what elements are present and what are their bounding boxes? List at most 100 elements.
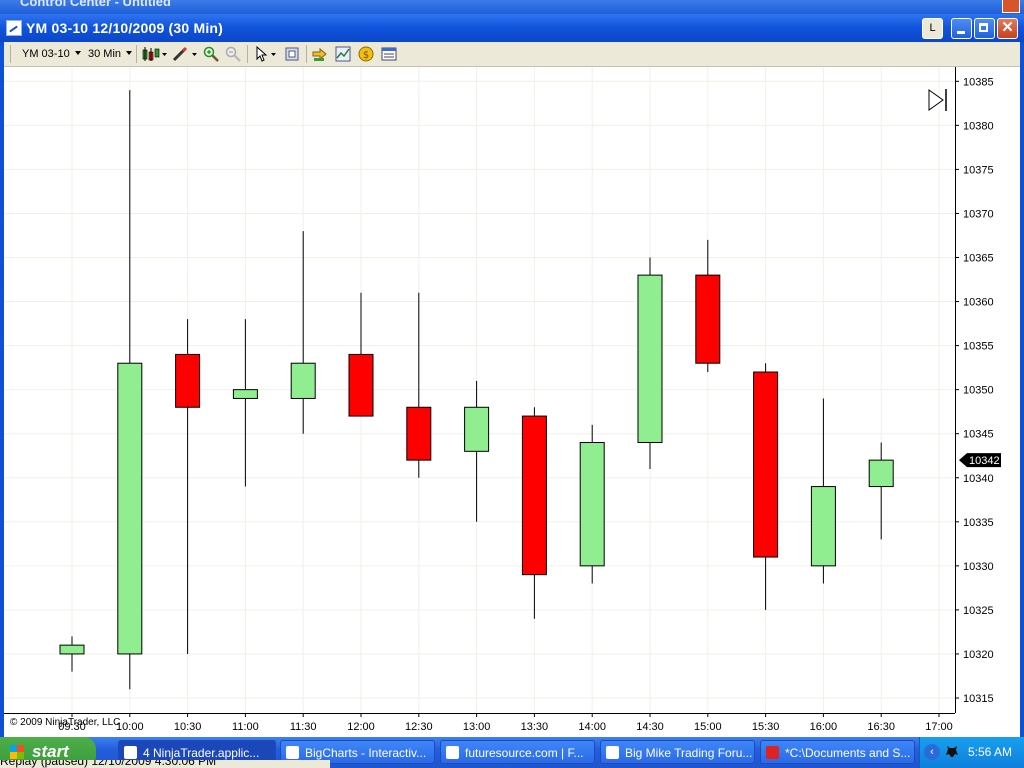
candle-body — [753, 371, 779, 558]
strategies-icon[interactable]: $ — [358, 46, 374, 62]
taskbar-item-label: Big Mike Trading Foru... — [625, 746, 753, 760]
toolbar-grip — [10, 45, 11, 63]
time-tick-label: 11:30 — [290, 721, 317, 733]
chevron-down-icon — [74, 51, 81, 55]
candle — [348, 292, 374, 417]
price-tick-label: 10315 — [963, 693, 994, 705]
candle-body — [579, 442, 605, 567]
candle-body — [464, 406, 490, 452]
price-tick-label: 10370 — [963, 208, 994, 220]
maximize-button[interactable] — [974, 18, 995, 39]
candle — [175, 319, 201, 654]
candle — [753, 363, 779, 610]
chart-panel[interactable]: 10315 10320 10325 10330 10335 10340 10345 10350… — [4, 67, 1020, 737]
price-tick-label: 10325 — [963, 605, 994, 617]
candle — [290, 231, 316, 434]
background-window-title: Control Center - Untitled — [20, 0, 171, 9]
price-tick-label: 10385 — [963, 76, 994, 88]
taskbar-item-notepad[interactable]: *C:\Documents and S... — [760, 740, 915, 764]
properties-icon[interactable] — [284, 46, 300, 62]
windows-logo-icon — [10, 745, 24, 759]
last-price-label: 10342 — [969, 455, 1000, 467]
time-tick-label: 13:30 — [521, 721, 549, 733]
chart-window-icon — [6, 20, 22, 36]
candle — [521, 407, 547, 619]
minimize-button[interactable] — [951, 18, 972, 39]
scroll-to-end-icon[interactable] — [928, 89, 947, 111]
price-tick-label: 10345 — [963, 429, 994, 441]
time-tick-label: 11:00 — [232, 721, 259, 733]
candle-body — [521, 415, 547, 576]
instrument-selector[interactable]: YM 03-10 — [22, 46, 81, 62]
notepad-icon — [766, 746, 779, 759]
drawing-pencil-icon[interactable] — [172, 46, 198, 62]
candle — [464, 380, 490, 522]
candlestick-style-icon[interactable] — [142, 46, 168, 62]
candle-body — [290, 362, 316, 399]
price-tick-label: 10320 — [963, 649, 994, 661]
time-tick-label: 16:30 — [867, 721, 895, 733]
window-titlebar[interactable]: YM 03-10 12/10/2009 (30 Min) L ✕ — [0, 14, 1024, 42]
time-tick-label: 15:30 — [752, 721, 780, 733]
price-tick-label: 10380 — [963, 120, 994, 132]
time-tick-label: 12:30 — [405, 721, 433, 733]
time-tick-label: 14:00 — [578, 721, 606, 733]
chart-properties-icon[interactable] — [381, 46, 397, 62]
chart-grid — [4, 67, 955, 713]
indicators-icon[interactable] — [335, 46, 351, 62]
candle — [868, 442, 894, 540]
pointer-icon[interactable] — [254, 46, 280, 62]
time-tick-label: 15:00 — [694, 721, 722, 733]
interval-label: 30 Min — [88, 48, 122, 60]
tray-dog-icon[interactable] — [944, 743, 960, 759]
taskbar-item-futuresource[interactable]: futuresource.com | F... — [440, 740, 595, 764]
price-tick-label: 10360 — [963, 297, 994, 309]
background-window-titlebar: Control Center - Untitled — [0, 0, 1024, 14]
candle — [232, 319, 258, 487]
ie-icon — [606, 746, 619, 759]
taskbar-item-label: futuresource.com | F... — [465, 746, 584, 760]
toolbar-separator — [306, 45, 307, 63]
candle-body — [695, 274, 721, 364]
status-bar: Replay (paused) 12/10/2009 4:30:06 PM — [0, 760, 330, 768]
svg-text:$: $ — [363, 50, 369, 61]
chevron-down-icon — [126, 51, 133, 55]
last-price-marker: 10342 — [959, 453, 1001, 468]
ie-icon — [286, 746, 299, 759]
candle-body — [637, 274, 663, 444]
candle — [59, 636, 85, 672]
taskbar-item-label: *C:\Documents and S... — [785, 746, 911, 760]
zoom-in-icon[interactable] — [203, 46, 219, 62]
candle-body — [59, 644, 85, 655]
price-chart[interactable]: 10315 10320 10325 10330 10335 10340 10345 10350… — [4, 67, 1020, 737]
data-box-icon[interactable] — [312, 46, 328, 62]
chevron-left-icon[interactable]: ‹ — [924, 744, 940, 760]
toolbar-separator — [247, 45, 248, 63]
candle-body — [406, 406, 432, 461]
price-tick-label: 10355 — [963, 341, 994, 353]
time-axis: 09:30 10:00 10:30 11:00 11:30 12:00 12:30 13:00… — [4, 713, 955, 733]
candle — [579, 424, 605, 584]
taskbar-item-label: 4 NinjaTrader.applic... — [143, 746, 260, 760]
interval-selector[interactable]: 30 Min — [88, 46, 133, 62]
taskbar-item-bigmike[interactable]: Big Mike Trading Foru... — [600, 740, 755, 764]
price-tick-label: 10350 — [963, 385, 994, 397]
chart-window: YM 03-10 12/10/2009 (30 Min) L ✕ YM 03-1… — [0, 14, 1024, 737]
start-label: start — [32, 742, 69, 761]
time-tick-label: 13:00 — [463, 721, 491, 733]
candle-body — [868, 459, 894, 488]
zoom-out-icon[interactable] — [225, 46, 241, 62]
time-tick-label: 10:30 — [174, 721, 202, 733]
candle — [810, 398, 836, 584]
price-tick-label: 10335 — [963, 517, 994, 529]
candle — [117, 90, 143, 690]
price-tick-label: 10340 — [963, 473, 994, 485]
clock: 5:56 AM — [968, 745, 1013, 759]
price-tick-label: 10365 — [963, 253, 994, 265]
window-title: YM 03-10 12/10/2009 (30 Min) — [26, 20, 224, 36]
time-tick-label: 14:30 — [636, 721, 664, 733]
link-button[interactable]: L — [922, 18, 943, 39]
close-button[interactable]: ✕ — [997, 18, 1018, 39]
background-window-close-button[interactable] — [1002, 0, 1020, 13]
ie-icon — [446, 746, 459, 759]
